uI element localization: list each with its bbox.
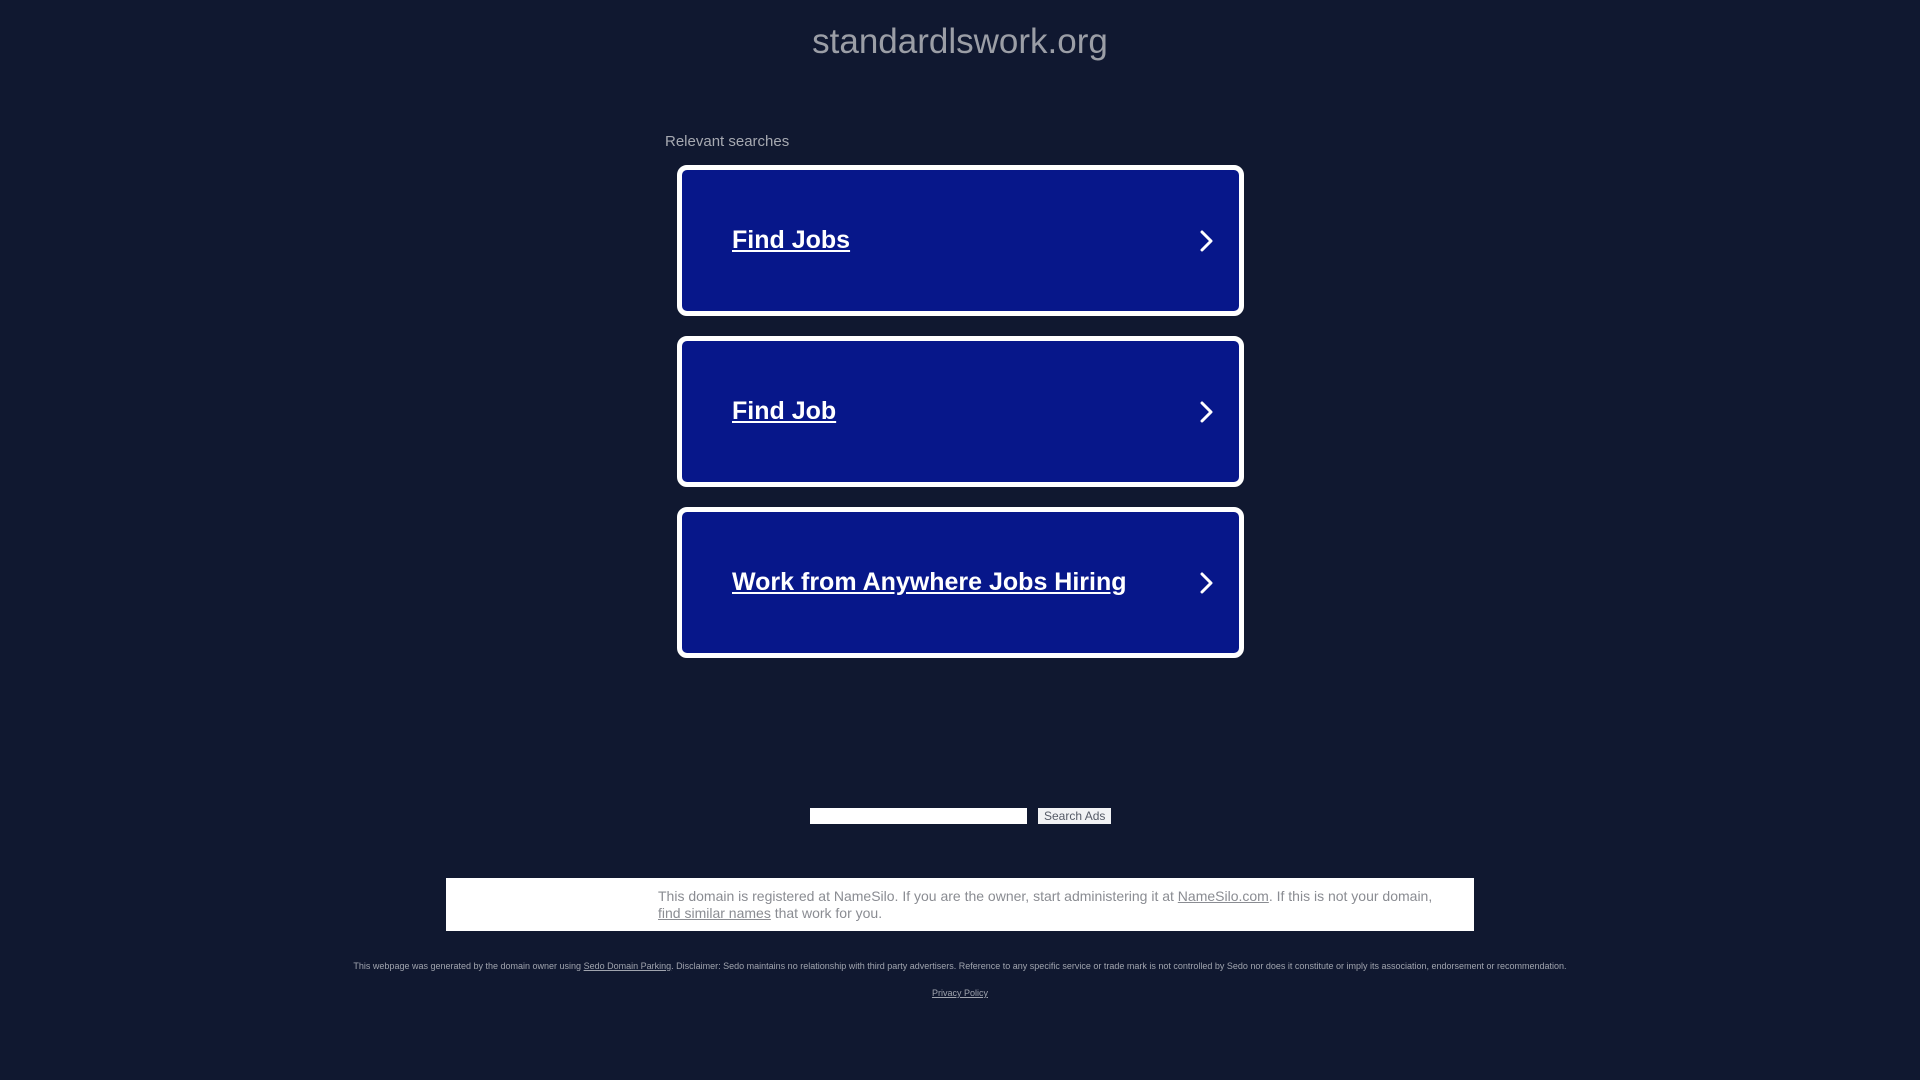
- parking-page: standardlswork.org Relevant searches Fin…: [0, 0, 1920, 1080]
- registrar-text-middle: . If this is not your domain,: [1268, 888, 1433, 904]
- search-link-work-from-anywhere[interactable]: Work from Anywhere Jobs Hiring: [677, 507, 1244, 658]
- privacy-policy: Privacy Policy: [0, 988, 1920, 998]
- registrar-text-before: This domain is registered at NameSilo. I…: [658, 888, 1178, 904]
- domain-title: standardlswork.org: [812, 22, 1108, 61]
- registrar-text-after: that work for you.: [770, 905, 883, 921]
- chevron-right-icon: [1200, 572, 1213, 593]
- privacy-policy-link[interactable]: Privacy Policy: [932, 988, 988, 998]
- registrar-text: This domain is registered at NameSilo. I…: [658, 888, 1458, 922]
- relevant-searches-label: Relevant searches: [665, 133, 790, 150]
- search-link-label[interactable]: Find Jobs: [732, 226, 850, 255]
- search-link-label[interactable]: Find Job: [732, 397, 836, 426]
- disclaimer-text-after: . Disclaimer: Sedo maintains no relation…: [671, 961, 1567, 971]
- find-similar-names-link[interactable]: find similar names: [658, 905, 771, 921]
- search-link-label[interactable]: Work from Anywhere Jobs Hiring: [732, 568, 1127, 597]
- disclaimer-text-before: This webpage was generated by the domain…: [353, 961, 584, 971]
- disclaimer: This webpage was generated by the domain…: [0, 961, 1920, 971]
- sedo-domain-parking-link[interactable]: Sedo Domain Parking: [584, 961, 672, 971]
- namesilo-link[interactable]: NameSilo.com: [1178, 888, 1269, 904]
- chevron-right-icon: [1200, 401, 1213, 422]
- relevant-searches-list: Find Jobs Find Job Work from Anywhere Jo…: [677, 165, 1244, 678]
- chevron-right-icon: [1200, 230, 1213, 251]
- registrar-notice: This domain is registered at NameSilo. I…: [446, 878, 1474, 931]
- search-link-find-jobs[interactable]: Find Jobs: [677, 165, 1244, 316]
- search-ads-button[interactable]: Search Ads: [1038, 808, 1112, 824]
- search-bar: Search Ads: [810, 808, 1112, 824]
- search-input[interactable]: [810, 808, 1027, 824]
- search-link-find-job[interactable]: Find Job: [677, 336, 1244, 487]
